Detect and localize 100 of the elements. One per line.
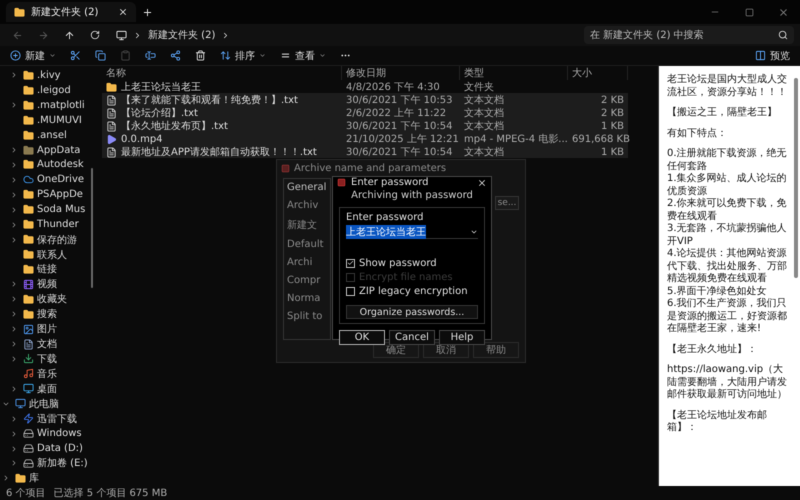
chevron-right-icon[interactable] [10,384,18,393]
chevron-right-icon[interactable] [10,414,18,423]
chevron-right-icon[interactable] [10,459,18,468]
file-row[interactable]: 【永久地址发布页】.txt 30/6/2021 下午 10:54 文本文档 1 KB [102,119,628,132]
sidebar-item[interactable]: .MUMUVI [0,112,91,128]
chevron-right-icon[interactable] [2,474,10,482]
column-header[interactable]: 类型 [460,66,568,80]
sidebar-item[interactable]: 链接 [0,262,91,277]
chevron-right-icon[interactable] [10,295,18,304]
sidebar-item[interactable]: OneDrive [0,172,91,188]
checkbox[interactable] [346,286,355,296]
check-icon [347,259,354,267]
sidebar-item[interactable]: 收藏夹 [0,292,91,307]
sidebar-item[interactable]: 搜索 [0,306,91,322]
checkbox-label[interactable]: ZIP legacy encryption [359,286,468,296]
chevron-right-icon[interactable] [10,220,18,229]
browse-button[interactable]: se... [495,196,519,210]
folder-tab[interactable]: 新建文件夹 (2) [6,2,136,22]
chevron-right-icon[interactable] [10,160,18,169]
chevron-right-icon[interactable] [10,354,18,363]
chevron-right-icon[interactable] [10,101,18,110]
checkbox[interactable] [346,258,355,268]
sort-button[interactable]: 排序 [216,46,270,64]
field-label: Enter password [346,212,424,223]
sidebar-item[interactable]: 桌面 [0,381,91,396]
sidebar-item[interactable]: .kivy [0,68,91,83]
preview-paragraph: 【老王永久地址】： [667,344,758,356]
caret-icon [319,52,326,59]
general-tab[interactable]: General [287,182,327,193]
chevron-right-icon[interactable] [10,190,18,199]
field-label: Archi [287,257,314,268]
chevron-right-icon[interactable] [10,430,18,438]
size-cell-text: 1 KB [600,146,625,158]
chevron-right-icon[interactable] [10,236,18,244]
dialog-button[interactable]: Cancel [389,330,435,345]
sidebar-item[interactable]: 视频 [0,276,91,292]
preview-paragraph: 【老王论坛地址发布邮箱】： [667,410,768,434]
file-row[interactable]: 上老王论坛当老王 4/8/2026 下午 4:30 文件夹 [102,80,628,93]
new-button[interactable]: 新建 [6,46,60,64]
chevron-right-icon[interactable] [10,71,18,80]
chevron-right-icon[interactable] [10,444,18,452]
dialog-button[interactable]: 帮助 [473,342,519,358]
sidebar-item[interactable]: Data (D:) [0,441,91,456]
sidebar-item[interactable]: PSAppDe [0,187,91,202]
sidebar-item[interactable]: 下载 [0,352,91,366]
checkbox-label[interactable]: Show password [359,258,437,268]
size-cell-text: 1 KB [600,120,625,132]
dialog-button[interactable]: OK [339,330,385,345]
chevron-right-icon[interactable] [10,325,18,334]
sidebar-item[interactable]: 迅雷下载 [0,411,91,426]
sidebar-item[interactable]: 保存的游 [0,232,91,248]
preview-paragraph: 0.注册就能下载资源，绝无任何套路 [667,148,788,172]
sidebar-item[interactable]: Windows [0,426,91,442]
sidebar-item[interactable]: 新加卷 (E:) [0,456,91,471]
sidebar-item[interactable]: Soda Mus [0,202,91,218]
file-row[interactable]: 【论坛介绍】.txt 2/6/2022 上午 11:22 文本文档 2 KB [102,106,628,119]
sidebar-item[interactable]: .matplotli [0,98,91,113]
breadcrumb-item[interactable]: 新建文件夹 (2) [148,28,216,42]
chevron-right-icon[interactable] [10,310,18,318]
sidebar-item[interactable]: 文档 [0,336,91,352]
close-icon[interactable] [118,7,128,17]
close-icon[interactable] [477,178,487,188]
search-field[interactable]: 在 新建文件夹 (2) 中搜索 [584,26,794,44]
dialog-button[interactable]: Help [439,330,485,345]
selection-info: 已选择 5 个项目 675 MB [54,486,168,500]
chevron-right-icon[interactable] [10,206,18,214]
sidebar-item[interactable]: .ansel [0,128,91,143]
column-header[interactable]: 大小 [568,66,628,80]
preview-paragraph: 5.界面干净绿色如处女 [667,286,768,298]
chevron-right-icon[interactable] [10,146,18,154]
sidebar-item[interactable]: Thunder [0,217,91,232]
chevron-right-icon [133,30,142,40]
chevron-right-icon[interactable] [10,280,18,288]
column-header[interactable]: 名称 [102,66,342,80]
preview-paragraph: 有如下特点： [667,128,728,140]
preview-paragraph: 4.论坛提供：其他网站资源代下载、找出处服务、万部精选视频免费在线观看 [667,248,788,286]
file-row[interactable]: 【来了就能下载和观看！纯免费！】.txt 30/6/2021 下午 10:53 文本文档 2 KB [102,93,628,106]
type-cell-text: 文本文档 [463,106,505,120]
sidebar-item[interactable]: 音乐 [0,366,91,382]
chevron-right-icon[interactable] [10,340,18,348]
date-cell-text: 30/6/2021 下午 10:53 [345,94,454,107]
file-row[interactable]: 0.0.mp4 21/10/2025 上午 12:21 mp4 - MPEG-4 电影... 691,668 KB [102,132,628,145]
chevron-right-icon[interactable] [10,176,18,184]
sidebar-item[interactable]: AppData [0,142,91,158]
organize-passwords-button[interactable]: Organize passwords... [346,305,478,319]
sidebar-item[interactable]: .leigod [0,82,91,98]
sidebar-item[interactable]: 图片 [0,322,91,337]
sidebar-item[interactable]: 联系人 [0,247,91,262]
scrollbar[interactable] [91,168,93,288]
scrollbar[interactable] [794,78,798,278]
preview-button[interactable]: 预览 [751,46,794,64]
type-cell-text: mp4 - MPEG-4 电影... [463,132,568,146]
file-row[interactable]: 最新地址及APP请发邮箱自动获取！！！.txt 30/6/2021 下午 10:54 文本文档 1 KB [102,145,628,158]
sidebar-item[interactable]: 此电脑 [0,396,91,412]
view-button[interactable]: 查看 [276,46,330,64]
folder-icon [14,6,25,18]
column-header[interactable]: 修改日期 [342,66,460,80]
sidebar-item[interactable]: Autodesk [0,158,91,172]
sidebar-item[interactable]: 库 [0,470,91,486]
text-cursor-icon [145,50,156,61]
